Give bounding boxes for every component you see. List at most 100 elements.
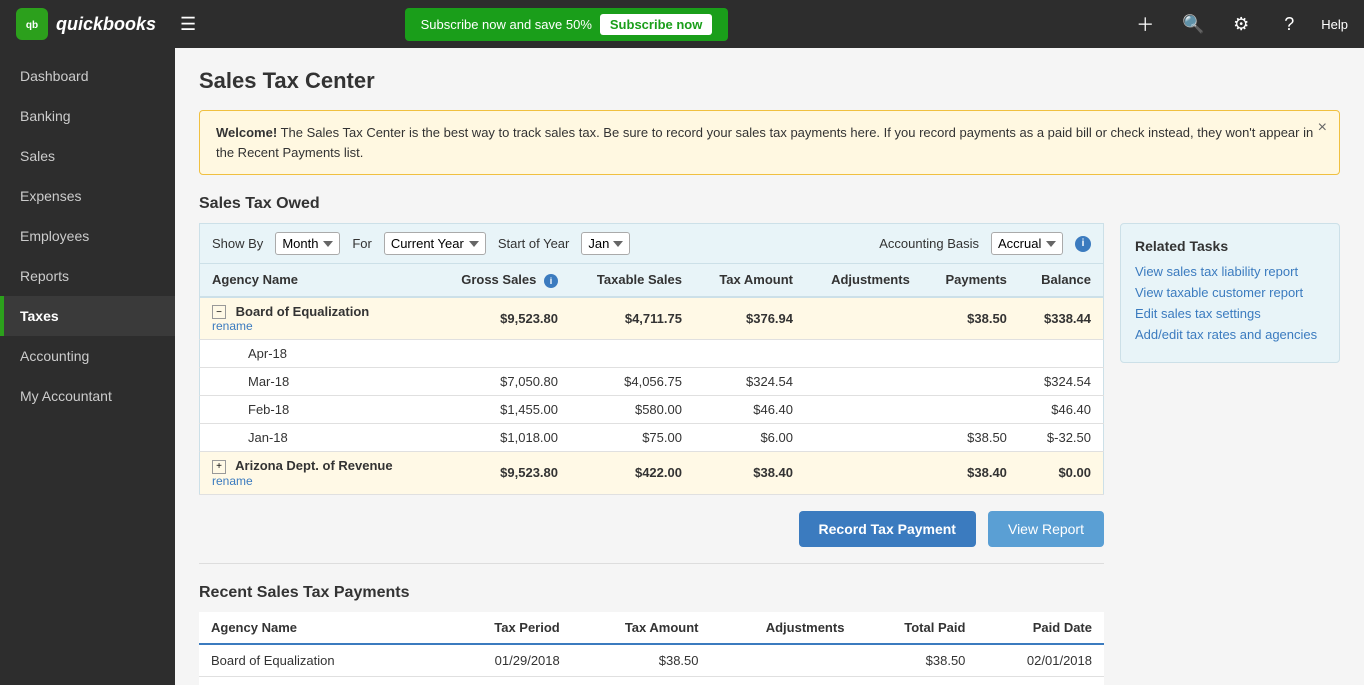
- content-with-sidebar: Show By Month For Current Year Start of …: [199, 223, 1340, 685]
- related-link-4[interactable]: Add/edit tax rates and agencies: [1135, 327, 1325, 342]
- sales-tax-owed-table: Agency Name Gross Sales i Taxable Sales …: [199, 263, 1104, 495]
- recent-row1-paid-date: 02/01/2018: [977, 644, 1104, 677]
- start-of-year-label: Start of Year: [498, 236, 570, 251]
- recent-row1-total-paid: $38.50: [856, 644, 977, 677]
- view-report-button[interactable]: View Report: [988, 511, 1104, 547]
- sidebar-item-taxes[interactable]: Taxes: [0, 296, 175, 336]
- sidebar-item-sales[interactable]: Sales: [0, 136, 175, 176]
- sidebar-item-employees[interactable]: Employees: [0, 216, 175, 256]
- col-adjustments: Adjustments: [805, 264, 922, 297]
- welcome-banner-close-button[interactable]: ×: [1318, 119, 1327, 137]
- boe-sub-row-jan: Jan-18 $1,018.00 $75.00 $6.00 $38.50 $-3…: [200, 424, 1104, 452]
- sidebar-item-accounting[interactable]: Accounting: [0, 336, 175, 376]
- col-gross-sales: Gross Sales i: [433, 264, 570, 297]
- recent-col-paid-date: Paid Date: [977, 612, 1104, 644]
- agency-row-az: + Arizona Dept. of Revenue rename $9,523…: [200, 452, 1104, 495]
- az-tax-amount: $38.40: [694, 452, 805, 495]
- boe-taxable-sales: $4,711.75: [570, 297, 694, 340]
- record-tax-payment-button[interactable]: Record Tax Payment: [799, 511, 976, 547]
- az-name-cell: + Arizona Dept. of Revenue rename: [200, 452, 433, 495]
- boe-tax-amount: $376.94: [694, 297, 805, 340]
- welcome-bold: Welcome!: [216, 125, 277, 140]
- help-icon-button[interactable]: ?: [1273, 8, 1305, 40]
- recent-col-agency: Agency Name: [199, 612, 445, 644]
- sales-tax-owed-title: Sales Tax Owed: [199, 195, 1340, 213]
- az-adjustments: [805, 452, 922, 495]
- boe-jan-period: Jan-18: [200, 424, 433, 452]
- col-tax-amount: Tax Amount: [694, 264, 805, 297]
- sidebar-item-reports[interactable]: Reports: [0, 256, 175, 296]
- promo-text: Subscribe now and save 50%: [421, 17, 592, 32]
- main-layout: Dashboard Banking Sales Expenses Employe…: [0, 48, 1364, 685]
- boe-rename-link[interactable]: rename: [212, 319, 421, 333]
- page-title: Sales Tax Center: [199, 68, 1340, 94]
- sidebar-item-banking[interactable]: Banking: [0, 96, 175, 136]
- recent-payments-table: Agency Name Tax Period Tax Amount Adjust…: [199, 612, 1104, 685]
- gross-sales-info-icon[interactable]: i: [544, 274, 558, 288]
- hamburger-menu-button[interactable]: ☰: [172, 10, 204, 39]
- recent-col-adjustments: Adjustments: [711, 612, 857, 644]
- search-button[interactable]: 🔍: [1177, 8, 1209, 40]
- col-balance: Balance: [1019, 264, 1104, 297]
- boe-sub-row-mar: Mar-18 $7,050.80 $4,056.75 $324.54 $324.…: [200, 368, 1104, 396]
- recent-row-1: Board of Equalization 01/29/2018 $38.50 …: [199, 644, 1104, 677]
- recent-row1-tax-amount: $38.50: [572, 644, 711, 677]
- add-button[interactable]: ＋: [1129, 8, 1161, 40]
- sidebar-item-expenses[interactable]: Expenses: [0, 176, 175, 216]
- accrual-select[interactable]: Accrual: [991, 232, 1063, 255]
- boe-sub-row-feb: Feb-18 $1,455.00 $580.00 $46.40 $46.40: [200, 396, 1104, 424]
- welcome-message: The Sales Tax Center is the best way to …: [216, 125, 1313, 160]
- sidebar-item-dashboard[interactable]: Dashboard: [0, 56, 175, 96]
- az-taxable-sales: $422.00: [570, 452, 694, 495]
- az-balance: $0.00: [1019, 452, 1104, 495]
- recent-payments-title: Recent Sales Tax Payments: [199, 584, 1104, 602]
- recent-col-period: Tax Period: [445, 612, 572, 644]
- recent-row-2: Arizona Dept. of Revenue 01/29/2018 $38.…: [199, 676, 1104, 685]
- content-area: Sales Tax Center × Welcome! The Sales Ta…: [175, 48, 1364, 685]
- promo-banner: Subscribe now and save 50% Subscribe now: [405, 8, 729, 41]
- top-navigation: qb quickbooks ☰ Subscribe now and save 5…: [0, 0, 1364, 48]
- help-button[interactable]: Help: [1321, 17, 1348, 32]
- recent-row2-period: 01/29/2018: [445, 676, 572, 685]
- boe-apr-period: Apr-18: [200, 340, 433, 368]
- recent-row2-adjustments: [711, 676, 857, 685]
- show-by-label: Show By: [212, 236, 263, 251]
- related-link-1[interactable]: View sales tax liability report: [1135, 264, 1325, 279]
- recent-row1-period: 01/29/2018: [445, 644, 572, 677]
- recent-col-total-paid: Total Paid: [856, 612, 977, 644]
- boe-payments: $38.50: [922, 297, 1019, 340]
- recent-row1-agency: Board of Equalization: [199, 644, 445, 677]
- az-rename-link[interactable]: rename: [212, 474, 421, 488]
- jan-select[interactable]: Jan: [581, 232, 630, 255]
- boe-name-cell: − Board of Equalization rename: [200, 297, 433, 340]
- boe-gross-sales: $9,523.80: [433, 297, 570, 340]
- az-payments: $38.40: [922, 452, 1019, 495]
- related-tasks-panel: Related Tasks View sales tax liability r…: [1120, 223, 1340, 363]
- boe-expand-button[interactable]: −: [212, 305, 226, 319]
- related-link-2[interactable]: View taxable customer report: [1135, 285, 1325, 300]
- sidebar-item-accountant[interactable]: My Accountant: [0, 376, 175, 416]
- agency-row-boe: − Board of Equalization rename $9,523.80…: [200, 297, 1104, 340]
- settings-button[interactable]: ⚙: [1225, 8, 1257, 40]
- related-link-3[interactable]: Edit sales tax settings: [1135, 306, 1325, 321]
- subscribe-now-button[interactable]: Subscribe now: [600, 14, 712, 35]
- az-gross-sales: $9,523.80: [433, 452, 570, 495]
- col-agency-name: Agency Name: [200, 264, 433, 297]
- accounting-basis-label: Accounting Basis: [879, 236, 979, 251]
- col-taxable-sales: Taxable Sales: [570, 264, 694, 297]
- sidebar: Dashboard Banking Sales Expenses Employe…: [0, 48, 175, 685]
- logo-text: quickbooks: [56, 14, 156, 35]
- col-payments: Payments: [922, 264, 1019, 297]
- show-by-select[interactable]: Month: [275, 232, 340, 255]
- for-label: For: [352, 236, 372, 251]
- recent-row1-adjustments: [711, 644, 857, 677]
- recent-row2-paid-date: 02/01/2018: [977, 676, 1104, 685]
- boe-balance: $338.44: [1019, 297, 1104, 340]
- az-expand-button[interactable]: +: [212, 460, 226, 474]
- nav-icons: ＋ 🔍 ⚙ ? Help: [1129, 8, 1348, 40]
- accounting-basis-info-icon[interactable]: i: [1075, 236, 1091, 252]
- current-year-select[interactable]: Current Year: [384, 232, 486, 255]
- boe-feb-period: Feb-18: [200, 396, 433, 424]
- svg-text:qb: qb: [26, 20, 38, 31]
- recent-row2-tax-amount: $38.40: [572, 676, 711, 685]
